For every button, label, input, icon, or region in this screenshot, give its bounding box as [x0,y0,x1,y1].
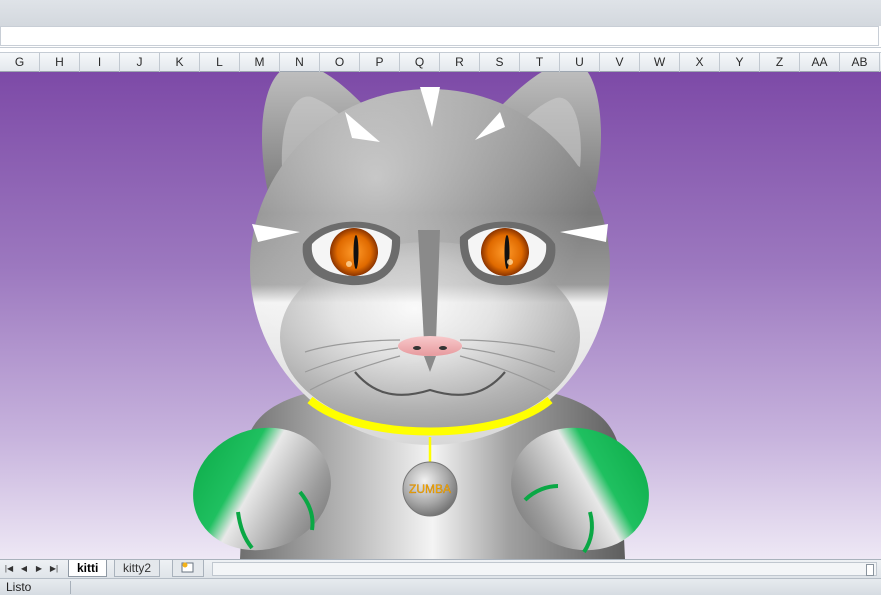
column-header-q[interactable]: Q [400,53,440,72]
cat-eye-right [459,221,556,286]
ribbon-strip [0,0,881,27]
column-header-i[interactable]: I [80,53,120,72]
column-header-k[interactable]: K [160,53,200,72]
collar-tag-label: ZUMBA [409,482,451,496]
column-header-u[interactable]: U [560,53,600,72]
column-header-y[interactable]: Y [720,53,760,72]
status-divider [70,581,71,594]
insert-sheet-button[interactable] [172,560,204,577]
column-header-ab[interactable]: AB [840,53,880,72]
sheet-tabs-bar: |◀ ◀ ▶ ▶| kitti kitty2 [0,559,881,578]
status-bar: Listo [0,578,881,595]
collar-tag: ZUMBA [402,461,458,517]
column-header-w[interactable]: W [640,53,680,72]
first-sheet-icon[interactable]: |◀ [2,562,16,576]
column-header-h[interactable]: H [40,53,80,72]
column-header-g[interactable]: G [0,53,40,72]
horizontal-scrollbar[interactable] [212,562,877,576]
column-header-o[interactable]: O [320,53,360,72]
cat-nose [398,336,462,356]
cat-drawing[interactable]: ZUMBA [0,72,881,559]
status-text: Listo [6,580,32,594]
column-header-r[interactable]: R [440,53,480,72]
worksheet-canvas[interactable]: ZUMBA [0,72,881,559]
column-headers: G H I J K L M N O P Q R S T U V W X Y Z AA AB [0,52,881,72]
new-sheet-icon [181,562,194,573]
column-header-m[interactable]: M [240,53,280,72]
column-header-j[interactable]: J [120,53,160,72]
column-header-l[interactable]: L [200,53,240,72]
column-header-v[interactable]: V [600,53,640,72]
cat-eye-left [302,221,401,286]
formula-input[interactable] [0,26,879,46]
column-header-n[interactable]: N [280,53,320,72]
column-header-t[interactable]: T [520,53,560,72]
sheet-tab-kitti[interactable]: kitti [68,560,108,577]
column-header-z[interactable]: Z [760,53,800,72]
sheet-tab-kitty2[interactable]: kitty2 [114,560,161,577]
column-header-p[interactable]: P [360,53,400,72]
column-header-s[interactable]: S [480,53,520,72]
scrollbar-thumb[interactable] [866,564,874,576]
next-sheet-icon[interactable]: ▶ [32,562,46,576]
column-header-aa[interactable]: AA [800,53,840,72]
prev-sheet-icon[interactable]: ◀ [17,562,31,576]
column-header-x[interactable]: X [680,53,720,72]
formula-bar [0,26,881,48]
last-sheet-icon[interactable]: ▶| [47,562,61,576]
